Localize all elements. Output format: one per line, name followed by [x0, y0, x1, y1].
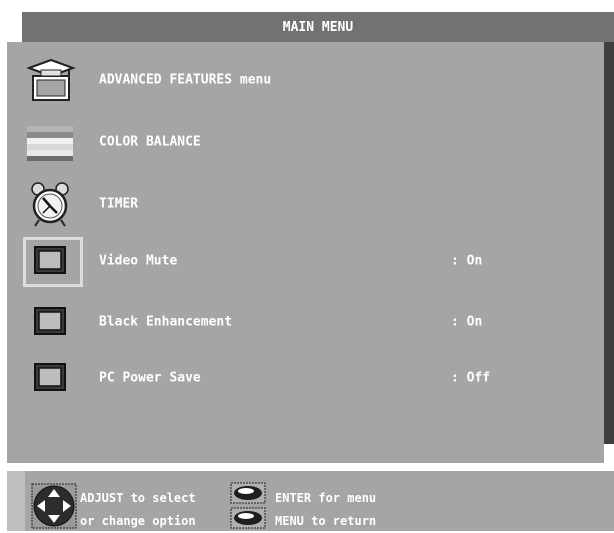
graduation-cap-tv-icon	[23, 56, 77, 104]
footer-enter-label: ENTER for menu	[275, 491, 377, 505]
dpad-icon	[31, 483, 77, 533]
menu-item-label: TIMER	[99, 196, 139, 212]
footer-adjust-line2: or change option	[80, 514, 196, 528]
footer-adjust-line1: ADJUST to select	[80, 491, 196, 505]
menu-item-pc-power-save[interactable]: PC Power Save : Off	[7, 352, 604, 404]
menu-item-black-enhancement[interactable]: Black Enhancement : On	[7, 296, 604, 348]
menu-item-timer[interactable]: TIMER	[7, 178, 604, 230]
color-bars-icon	[23, 118, 77, 166]
menu-item-label: ADVANCED FEATURES menu	[99, 72, 272, 88]
menu-item-video-mute[interactable]: Video Mute : On	[7, 235, 604, 287]
footer-stripe	[7, 471, 25, 531]
menu-title-bar: MAIN MENU	[22, 12, 614, 42]
enter-button-icon	[230, 482, 266, 508]
menu-item-value: : On	[451, 314, 483, 330]
menu-item-label: Video Mute	[99, 253, 178, 269]
checkbox-icon[interactable]	[23, 354, 77, 402]
menu-item-label: PC Power Save	[99, 370, 201, 386]
alarm-clock-icon	[23, 180, 77, 228]
checkbox-icon[interactable]	[23, 298, 77, 346]
menu-item-color-balance[interactable]: COLOR BALANCE	[7, 116, 604, 168]
menu-button-icon	[230, 507, 266, 533]
menu-item-value: : Off	[451, 370, 491, 386]
menu-item-value: : On	[451, 253, 483, 269]
menu-item-advanced-features[interactable]: ADVANCED FEATURES menu	[7, 54, 604, 106]
menu-item-label: Black Enhancement	[99, 314, 233, 330]
footer-menu-label: MENU to return	[275, 514, 377, 528]
menu-item-label: COLOR BALANCE	[99, 134, 201, 150]
checkbox-icon[interactable]	[23, 237, 77, 285]
menu-title: MAIN MENU	[282, 19, 354, 35]
main-menu-panel: ADVANCED FEATURES menu COLOR BALANCE TIM…	[7, 42, 604, 463]
